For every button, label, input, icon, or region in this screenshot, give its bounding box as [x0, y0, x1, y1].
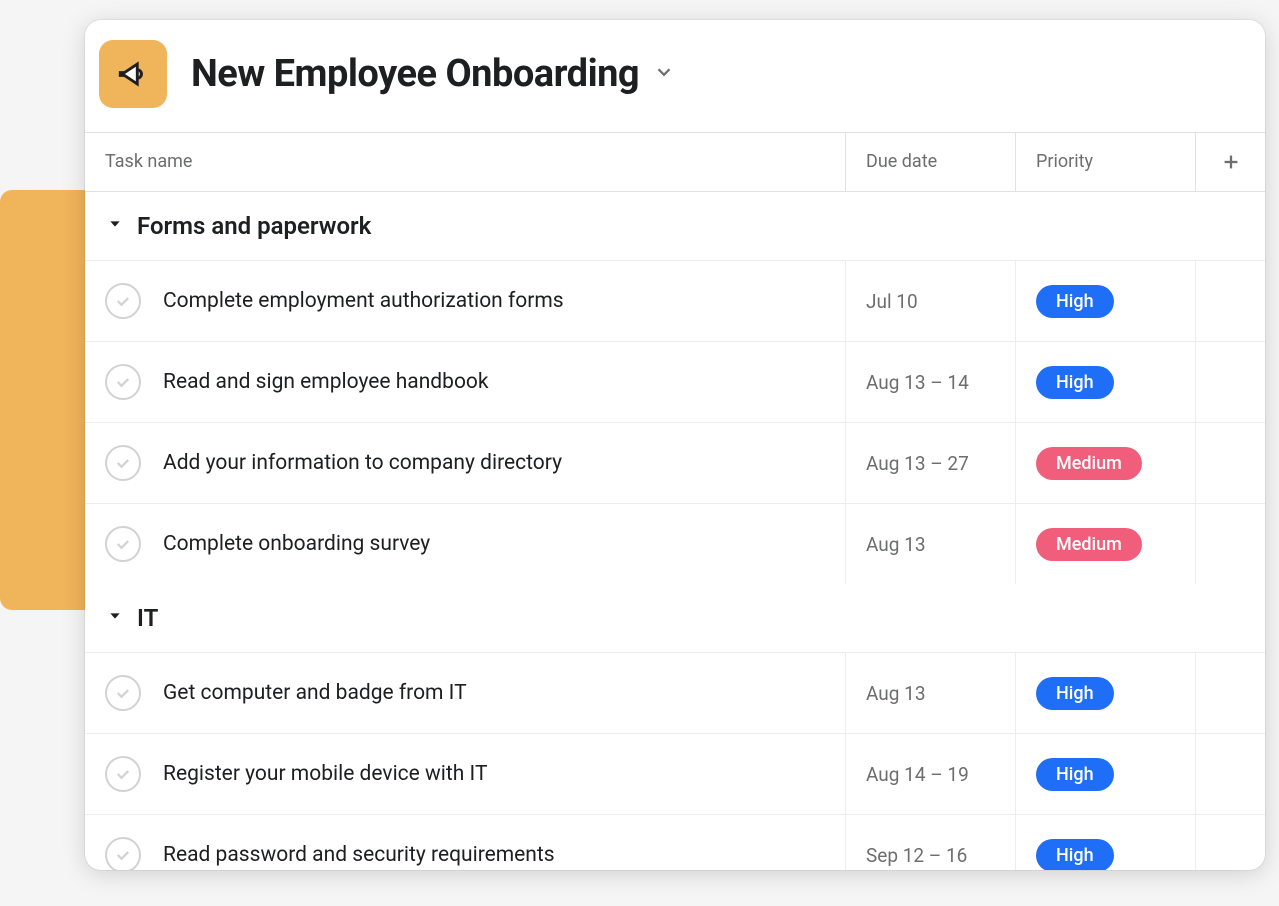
- task-name: Register your mobile device with IT: [163, 762, 488, 786]
- columns-header-row: Task name Due date Priority: [85, 132, 1265, 192]
- due-date-cell[interactable]: Aug 13 – 14: [845, 342, 1015, 422]
- empty-cell: [1195, 504, 1265, 584]
- priority-cell[interactable]: Medium: [1015, 504, 1195, 584]
- task-name-cell: Read password and security requirements: [85, 815, 845, 870]
- priority-pill: High: [1036, 677, 1114, 710]
- triangle-down-icon: [107, 216, 123, 232]
- complete-task-button[interactable]: [105, 445, 141, 481]
- check-icon: [114, 454, 132, 472]
- priority-pill: High: [1036, 285, 1114, 318]
- task-name-cell: Complete employment authorization forms: [85, 261, 845, 341]
- empty-cell: [1195, 734, 1265, 814]
- task-row[interactable]: Read password and security requirements …: [85, 814, 1265, 870]
- empty-cell: [1195, 423, 1265, 503]
- due-date: Aug 13 – 27: [866, 452, 969, 475]
- section-title: IT: [137, 604, 158, 632]
- task-name: Get computer and badge from IT: [163, 681, 467, 705]
- due-date-cell[interactable]: Aug 13: [845, 504, 1015, 584]
- check-icon: [114, 292, 132, 310]
- section-toggle[interactable]: [107, 216, 123, 236]
- project-icon[interactable]: [99, 40, 167, 108]
- task-name-cell: Read and sign employee handbook: [85, 342, 845, 422]
- task-row[interactable]: Complete onboarding survey Aug 13 Medium: [85, 503, 1265, 584]
- task-row[interactable]: Complete employment authorization forms …: [85, 260, 1265, 341]
- task-name: Complete onboarding survey: [163, 532, 430, 556]
- chevron-down-icon: [653, 61, 675, 83]
- task-name: Add your information to company director…: [163, 451, 562, 475]
- empty-cell: [1195, 261, 1265, 341]
- section-title: Forms and paperwork: [137, 212, 371, 240]
- check-icon: [114, 846, 132, 864]
- due-date: Sep 12 – 16: [866, 844, 967, 867]
- task-name: Read password and security requirements: [163, 843, 555, 867]
- priority-cell[interactable]: High: [1015, 653, 1195, 733]
- section-header[interactable]: Forms and paperwork: [85, 192, 1265, 260]
- task-row[interactable]: Add your information to company director…: [85, 422, 1265, 503]
- priority-cell[interactable]: High: [1015, 815, 1195, 870]
- priority-cell[interactable]: High: [1015, 261, 1195, 341]
- task-row[interactable]: Read and sign employee handbook Aug 13 –…: [85, 341, 1265, 422]
- priority-cell[interactable]: Medium: [1015, 423, 1195, 503]
- empty-cell: [1195, 342, 1265, 422]
- complete-task-button[interactable]: [105, 756, 141, 792]
- empty-cell: [1195, 815, 1265, 870]
- task-name: Complete employment authorization forms: [163, 289, 564, 313]
- complete-task-button[interactable]: [105, 526, 141, 562]
- priority-pill: Medium: [1036, 528, 1142, 561]
- section-header[interactable]: IT: [85, 584, 1265, 652]
- priority-pill: High: [1036, 839, 1114, 871]
- due-date-cell[interactable]: Aug 14 – 19: [845, 734, 1015, 814]
- column-due-date[interactable]: Due date: [845, 133, 1015, 191]
- priority-cell[interactable]: High: [1015, 734, 1195, 814]
- due-date: Aug 13: [866, 533, 926, 556]
- background-decoration: [0, 190, 90, 610]
- priority-pill: Medium: [1036, 447, 1142, 480]
- sections-container: Forms and paperwork Complete employment …: [85, 192, 1265, 870]
- due-date: Aug 13 – 14: [866, 371, 969, 394]
- due-date-cell[interactable]: Jul 10: [845, 261, 1015, 341]
- project-title: New Employee Onboarding: [191, 52, 639, 96]
- check-icon: [114, 373, 132, 391]
- title-container: New Employee Onboarding: [191, 52, 675, 96]
- due-date-cell[interactable]: Aug 13 – 27: [845, 423, 1015, 503]
- due-date: Aug 13: [866, 682, 926, 705]
- priority-pill: High: [1036, 366, 1114, 399]
- column-task-name[interactable]: Task name: [85, 133, 845, 191]
- priority-pill: High: [1036, 758, 1114, 791]
- megaphone-icon: [116, 57, 150, 91]
- project-header: New Employee Onboarding: [85, 20, 1265, 132]
- check-icon: [114, 535, 132, 553]
- empty-cell: [1195, 653, 1265, 733]
- task-name-cell: Get computer and badge from IT: [85, 653, 845, 733]
- priority-cell[interactable]: High: [1015, 342, 1195, 422]
- due-date-cell[interactable]: Sep 12 – 16: [845, 815, 1015, 870]
- section-toggle[interactable]: [107, 608, 123, 628]
- task-name-cell: Register your mobile device with IT: [85, 734, 845, 814]
- complete-task-button[interactable]: [105, 675, 141, 711]
- project-card: New Employee Onboarding Task name Due da…: [85, 20, 1265, 870]
- task-name-cell: Complete onboarding survey: [85, 504, 845, 584]
- column-priority[interactable]: Priority: [1015, 133, 1195, 191]
- task-name: Read and sign employee handbook: [163, 370, 489, 394]
- project-menu-toggle[interactable]: [653, 61, 675, 87]
- task-name-cell: Add your information to company director…: [85, 423, 845, 503]
- due-date: Jul 10: [866, 290, 918, 313]
- due-date: Aug 14 – 19: [866, 763, 969, 786]
- task-row[interactable]: Register your mobile device with IT Aug …: [85, 733, 1265, 814]
- task-row[interactable]: Get computer and badge from IT Aug 13 Hi…: [85, 652, 1265, 733]
- check-icon: [114, 765, 132, 783]
- check-icon: [114, 684, 132, 702]
- plus-icon: [1220, 151, 1242, 173]
- due-date-cell[interactable]: Aug 13: [845, 653, 1015, 733]
- triangle-down-icon: [107, 608, 123, 624]
- complete-task-button[interactable]: [105, 837, 141, 870]
- complete-task-button[interactable]: [105, 364, 141, 400]
- add-column-button[interactable]: [1195, 133, 1265, 191]
- complete-task-button[interactable]: [105, 283, 141, 319]
